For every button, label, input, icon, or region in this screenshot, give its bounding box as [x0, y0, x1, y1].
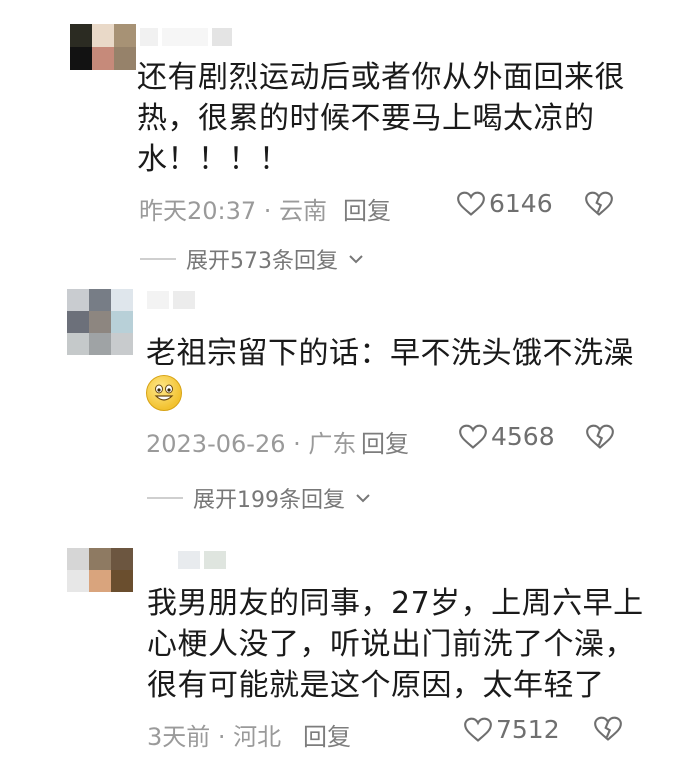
heart-outline-icon — [459, 424, 487, 449]
reply-button[interactable]: 回复 — [303, 717, 351, 752]
like-count: 7512 — [496, 715, 560, 744]
heart-outline-icon — [464, 717, 492, 742]
username-blurred[interactable] — [178, 551, 226, 569]
broken-heart-icon[interactable] — [594, 716, 622, 742]
avatar[interactable] — [70, 24, 136, 70]
like-count: 4568 — [491, 422, 555, 451]
reply-button[interactable]: 回复 — [343, 191, 391, 226]
comment-text: 老祖宗留下的话：早不洗头饿不洗澡 — [146, 336, 634, 371]
grinning-face-emoji — [146, 375, 182, 411]
reply-button[interactable]: 回复 — [361, 424, 409, 459]
divider-line — [140, 258, 176, 260]
chevron-down-icon — [349, 255, 363, 264]
expand-label: 展开573条回复 — [186, 249, 338, 274]
like-button[interactable]: 4568 — [459, 422, 555, 451]
username-blurred[interactable] — [147, 291, 195, 309]
avatar[interactable] — [67, 548, 133, 592]
broken-heart-icon[interactable] — [585, 191, 613, 217]
like-button[interactable]: 7512 — [464, 715, 560, 744]
chevron-down-icon — [356, 494, 370, 503]
expand-replies-button[interactable]: 展开573条回复 — [140, 243, 364, 275]
like-button[interactable]: 6146 — [457, 189, 553, 218]
comment-text: 我男朋友的同事，27岁，上周六早上 心梗人没了，听说出门前洗了个澡， 很有可能就… — [147, 586, 644, 703]
broken-heart-icon[interactable] — [586, 424, 614, 450]
comment-meta: 3天前 · 河北 — [147, 723, 282, 751]
divider-line — [147, 497, 183, 499]
comment-text: 还有剧烈运动后或者你从外面回来很 热，很累的时候不要马上喝太凉的 水！！！！ — [137, 60, 625, 177]
expand-label: 展开199条回复 — [193, 488, 345, 513]
comment-meta: 2023-06-26 · 广东 — [146, 430, 357, 458]
like-count: 6146 — [489, 189, 553, 218]
avatar[interactable] — [67, 289, 133, 355]
heart-outline-icon — [457, 191, 485, 216]
username-blurred[interactable] — [140, 28, 232, 46]
comment-meta: 昨天20:37 · 云南 — [139, 197, 328, 225]
expand-replies-button[interactable]: 展开199条回复 — [147, 482, 371, 514]
